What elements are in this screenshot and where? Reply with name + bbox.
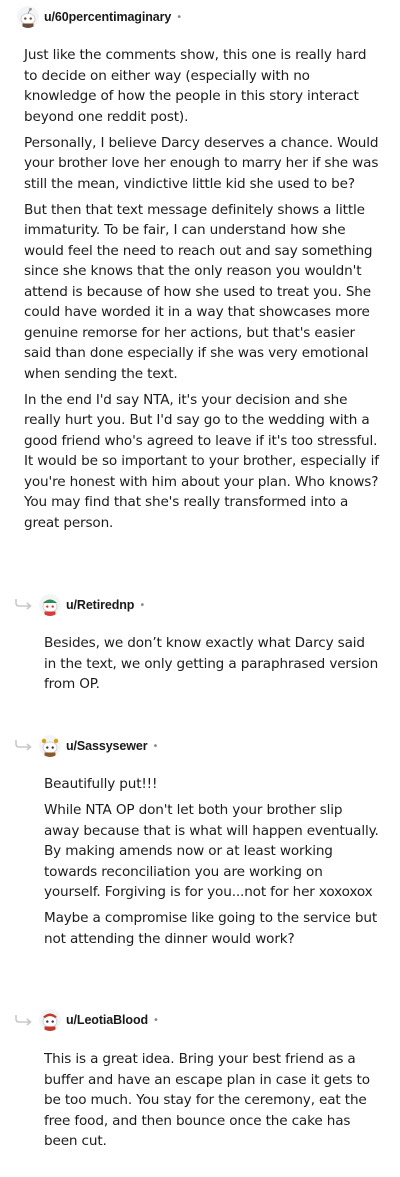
comment-body: Besides, we don’t know exactly what Darc… xyxy=(44,633,379,700)
comment-username[interactable]: u/Sassysewer xyxy=(66,739,148,753)
meta-separator: • xyxy=(153,1014,159,1026)
reply-arrow-icon xyxy=(15,599,32,610)
meta-separator: • xyxy=(152,740,159,752)
user-avatar[interactable] xyxy=(17,6,39,28)
snoo-avatar-icon xyxy=(39,735,61,757)
comment-paragraph: Maybe a compromise like going to the ser… xyxy=(44,910,378,947)
comment-paragraph: While NTA OP don't let both your brother… xyxy=(44,802,379,900)
user-avatar[interactable] xyxy=(39,1009,61,1031)
comment-paragraph: Beautifully put!!! xyxy=(44,776,158,792)
comment-username[interactable]: u/60percentimaginary xyxy=(44,10,171,24)
comment-body: This is a great idea. Bring your best fr… xyxy=(44,1049,379,1157)
comment-paragraph: But then that text message definitely sh… xyxy=(24,201,373,382)
snoo-avatar-icon xyxy=(39,594,61,616)
comment-retirednp: u/Retirednp • Besides, we don’t know exa… xyxy=(0,590,400,700)
comment-paragraph: Personally, I believe Darcy deserves a c… xyxy=(24,134,379,192)
meta-separator: • xyxy=(139,599,146,611)
comment-body: Just like the comments show, this one is… xyxy=(24,45,382,539)
snoo-avatar-icon xyxy=(39,1009,61,1031)
comment-header: u/60percentimaginary • xyxy=(17,6,182,28)
comment-60percentimaginary: u/60percentimaginary • Just like the com… xyxy=(0,0,400,560)
user-avatar[interactable] xyxy=(39,594,61,616)
comment-paragraph: In the end I'd say NTA, it's your decisi… xyxy=(24,391,379,531)
comment-header: u/Sassysewer • xyxy=(39,735,158,757)
comment-paragraph: This is a great idea. Bring your best fr… xyxy=(44,1051,370,1149)
user-avatar[interactable] xyxy=(39,735,61,757)
snoo-avatar-icon xyxy=(17,6,39,28)
comment-username[interactable]: u/Retirednp xyxy=(66,598,134,612)
comment-header: u/Retirednp • xyxy=(39,594,145,616)
comment-body: Beautifully put!!! While NTA OP don't le… xyxy=(44,774,379,955)
meta-separator: • xyxy=(176,11,183,23)
reply-arrow-icon xyxy=(15,740,32,751)
comment-paragraph: Besides, we don’t know exactly what Darc… xyxy=(44,635,379,692)
comment-thread: { "comments": [ { "username": "u/60perce… xyxy=(0,0,400,1177)
comment-leotiablood: u/LeotiaBlood • This is a great idea. Br… xyxy=(0,1006,400,1166)
reply-arrow-icon xyxy=(15,1015,32,1026)
comment-username[interactable]: u/LeotiaBlood xyxy=(66,1013,148,1027)
comment-header: u/LeotiaBlood • xyxy=(39,1009,159,1031)
comment-paragraph: Just like the comments show, this one is… xyxy=(24,47,367,125)
comment-sassysewer: u/Sassysewer • Beautifully put!!! While … xyxy=(0,731,400,971)
